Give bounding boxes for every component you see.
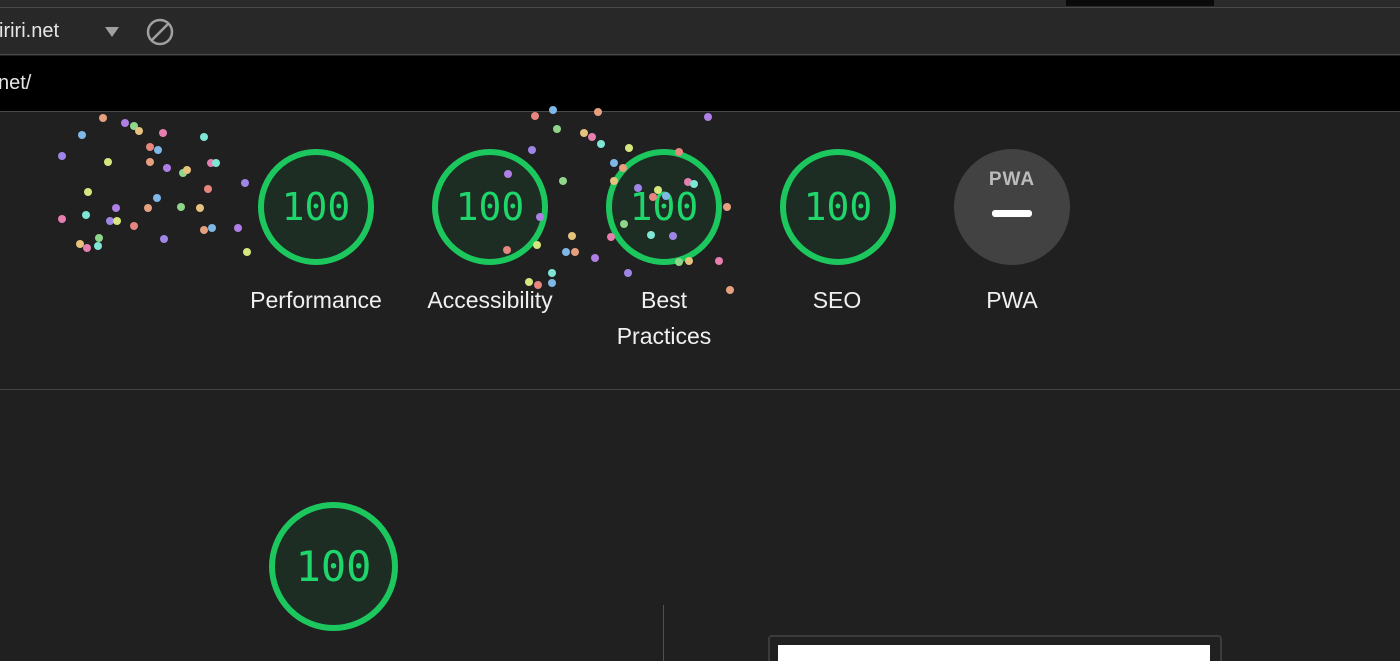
confetti-dot [84, 188, 92, 196]
gauge-pwa[interactable]: PWA [954, 149, 1070, 265]
confetti-dot [200, 226, 208, 234]
confetti-dot [146, 143, 154, 151]
confetti-dot [76, 240, 84, 248]
lighthouse-report: iriri.net net/ 100 Performance 100 Acces… [0, 0, 1400, 661]
confetti-dot [160, 235, 168, 243]
confetti-dot [121, 119, 129, 127]
confetti-dot [196, 204, 204, 212]
score-value: 100 [629, 185, 699, 229]
score-value: 100 [803, 185, 873, 229]
confetti-dot [723, 203, 731, 211]
confetti-dot [177, 203, 185, 211]
confetti-dot [531, 112, 539, 120]
category-score-gauge[interactable]: 100 [269, 502, 398, 631]
confetti-dot [183, 166, 191, 174]
confetti-dot [234, 224, 242, 232]
score-value: 100 [281, 185, 351, 229]
confetti-dot [528, 146, 536, 154]
confetti-dot [624, 269, 632, 277]
confetti-dot [153, 194, 161, 202]
confetti-dot [135, 127, 143, 135]
gauge-seo[interactable]: 100 [780, 149, 896, 265]
url-text: net/ [0, 72, 32, 94]
pwa-dash [992, 210, 1032, 217]
report-selector-label: iriri.net [0, 19, 60, 42]
active-tab-edge[interactable] [1066, 0, 1214, 6]
confetti-dot [99, 114, 107, 122]
confetti-dot [580, 129, 588, 137]
confetti-dot [82, 211, 90, 219]
confetti-dot [625, 144, 633, 152]
confetti-dot [588, 133, 596, 141]
report-selector[interactable]: iriri.net [0, 8, 130, 54]
report-toolbar: iriri.net [0, 8, 1400, 55]
chevron-down-icon [105, 27, 119, 37]
gauge-accessibility[interactable]: 100 [432, 149, 548, 265]
confetti-dot [704, 113, 712, 121]
gauge-label-accessibility: Accessibility [427, 287, 553, 313]
confetti-dot [58, 215, 66, 223]
confetti-dot [95, 234, 103, 242]
page-screenshot-thumbnail[interactable] [768, 635, 1222, 661]
confetti-dot [78, 131, 86, 139]
gauge-label-best-practices: Best Practices [616, 287, 712, 349]
confetti-dot [212, 159, 220, 167]
confetti-dot [113, 217, 121, 225]
confetti-dot [568, 232, 576, 240]
screenshot-preview [778, 645, 1210, 661]
block-icon [146, 18, 174, 46]
confetti-dot [94, 242, 102, 250]
confetti-dot [58, 152, 66, 160]
confetti-dot [200, 133, 208, 141]
vertical-divider [663, 605, 664, 661]
section-divider [0, 389, 1400, 390]
confetti-dot [559, 177, 567, 185]
confetti-dot [112, 204, 120, 212]
confetti-dot [144, 204, 152, 212]
confetti-dot [597, 140, 605, 148]
confetti-dot [208, 224, 216, 232]
confetti-dot [130, 122, 138, 130]
confetti-dot [548, 269, 556, 277]
confetti-dot [130, 222, 138, 230]
confetti-dot [179, 169, 187, 177]
confetti-dot [106, 217, 114, 225]
confetti-dot [591, 254, 599, 262]
confetti-dot [163, 164, 171, 172]
confetti-dot [571, 248, 579, 256]
pwa-icon: PWA [988, 169, 1036, 190]
confetti-dot [562, 248, 570, 256]
confetti-dot [204, 185, 212, 193]
confetti-dot [610, 159, 618, 167]
url-bar: net/ [0, 56, 1400, 112]
confetti-dot [241, 179, 249, 187]
confetti-dot [146, 158, 154, 166]
tab-strip [0, 0, 1400, 8]
confetti-dot [207, 159, 215, 167]
confetti-dot [553, 125, 561, 133]
gauge-performance[interactable]: 100 [258, 149, 374, 265]
gauge-label-pwa: PWA [986, 287, 1038, 313]
confetti-dot [104, 158, 112, 166]
confetti-dot [243, 248, 251, 256]
confetti-dot [154, 146, 162, 154]
clear-all-button[interactable] [145, 17, 175, 47]
gauge-best-practices[interactable]: 100 [606, 149, 722, 265]
gauge-label-performance: Performance [250, 287, 382, 313]
confetti-dot [83, 244, 91, 252]
confetti-dot [715, 257, 723, 265]
confetti-dot [159, 129, 167, 137]
gauge-label-seo: SEO [812, 287, 862, 313]
category-score-value: 100 [295, 542, 372, 591]
score-value: 100 [455, 185, 525, 229]
